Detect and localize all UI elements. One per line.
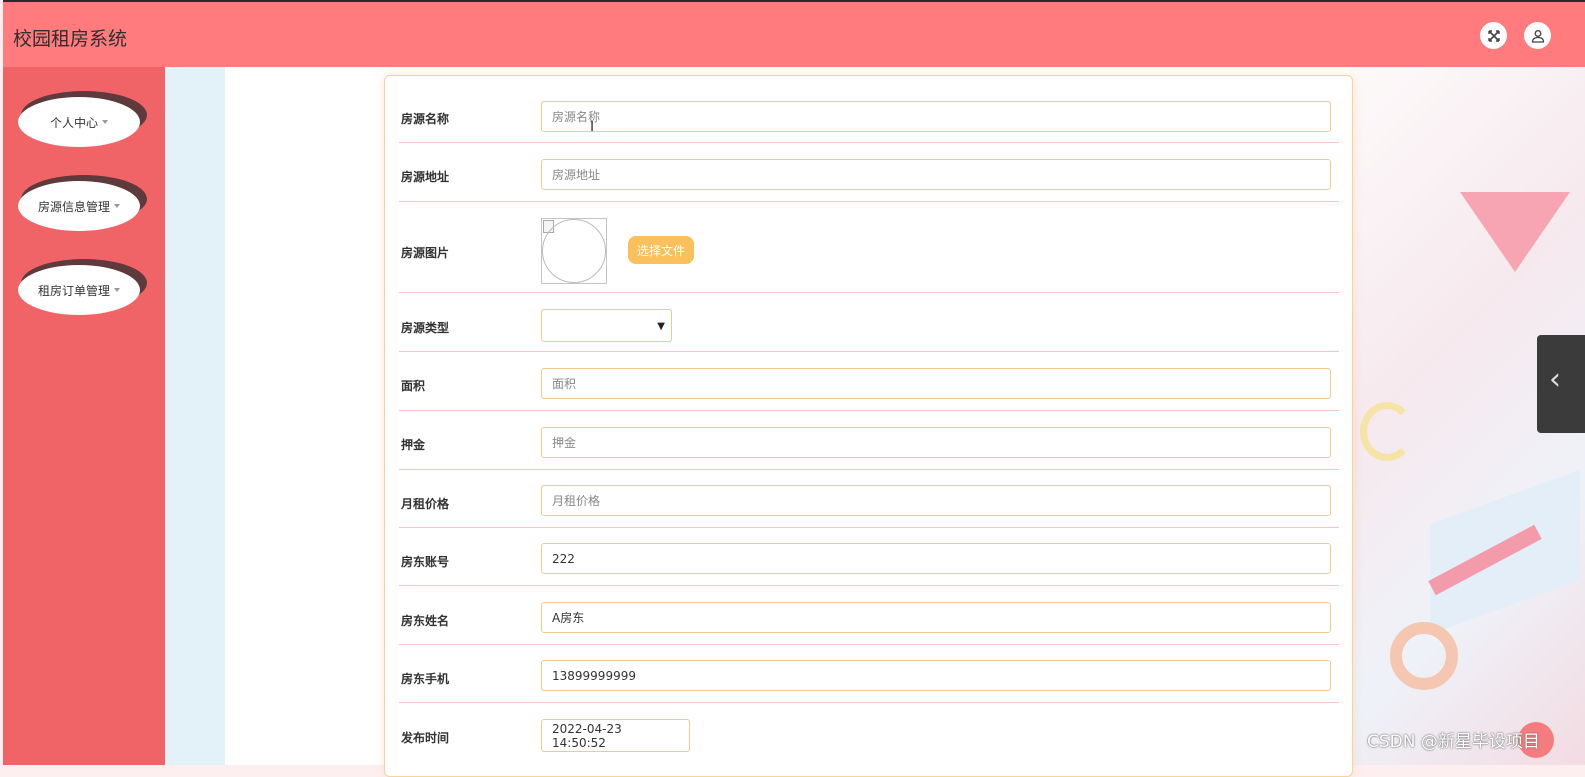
form-row-landlord-phone: 房东手机 13899999999 [399, 645, 1339, 703]
area-input[interactable]: 面积 [541, 368, 1331, 399]
landlord-phone-input[interactable]: 13899999999 [541, 660, 1331, 691]
house-address-input[interactable]: 房源地址 [541, 159, 1331, 190]
house-type-select[interactable]: ▼ [541, 309, 672, 342]
field-label: 房源地址 [401, 170, 450, 184]
form-row-publish-time: 发布时间 2022-04-23 14:50:52 [399, 703, 1339, 775]
field-label: 房源图片 [401, 246, 450, 260]
choose-file-button[interactable]: 选择文件 [628, 236, 694, 264]
deposit-input[interactable]: 押金 [541, 427, 1331, 458]
sidebar-pill[interactable]: 房源信息管理 [18, 181, 140, 231]
image-preview [541, 218, 607, 284]
arc-decoration [1360, 402, 1414, 461]
field-label: 房东账号 [401, 555, 450, 569]
form-row-landlord-account: 房东账号 222 [399, 528, 1339, 586]
top-bar: 校园租房系统 [3, 0, 1585, 69]
chevron-left-icon: ‹ [1549, 362, 1561, 397]
field-label: 房源类型 [401, 321, 450, 335]
landlord-account-input[interactable]: 222 [541, 543, 1331, 574]
form-row-deposit: 押金 押金 [399, 411, 1339, 470]
landlord-name-input[interactable]: A房东 [541, 602, 1331, 633]
field-label: 房源名称 [401, 112, 450, 126]
sidebar-item-label: 个人中心 [49, 115, 98, 130]
sidebar-item-label: 租房订单管理 [37, 283, 110, 298]
close-icon[interactable] [1480, 22, 1507, 49]
form-card: 房源名称 房源名称 房源地址 房源地址 房源图片 选择文件 房源类型 ▼ 面积 … [384, 75, 1353, 777]
sidebar-item-personal-center[interactable]: 个人中心 [18, 91, 147, 149]
form-row-house-name: 房源名称 房源名称 [399, 92, 1339, 143]
form-row-area: 面积 面积 [399, 352, 1339, 411]
bg-panel [165, 67, 230, 765]
field-label: 房东手机 [401, 672, 450, 686]
side-panel-toggle[interactable]: ‹ [1537, 335, 1585, 433]
app-title: 校园租房系统 [13, 28, 128, 50]
sidebar-item-house-info[interactable]: 房源信息管理 [18, 175, 147, 233]
sidebar-pill[interactable]: 个人中心 [18, 97, 140, 147]
form-row-house-image: 房源图片 选择文件 [399, 202, 1339, 293]
watermark: CSDN @新星毕设项目 [1367, 732, 1540, 752]
field-label: 押金 [401, 438, 426, 452]
field-label: 月租价格 [401, 497, 450, 511]
caret-down-icon [114, 288, 120, 292]
user-icon[interactable] [1524, 22, 1551, 49]
field-label: 面积 [401, 379, 426, 393]
publish-time-input[interactable]: 2022-04-23 14:50:52 [541, 719, 690, 752]
sidebar: 个人中心 房源信息管理 租房订单管理 [3, 67, 165, 765]
sidebar-item-rental-orders[interactable]: 租房订单管理 [18, 259, 147, 317]
text-cursor-icon: I [590, 119, 595, 135]
form-row-house-type: 房源类型 ▼ [399, 293, 1339, 352]
monthly-rent-input[interactable]: 月租价格 [541, 485, 1331, 516]
sidebar-pill[interactable]: 租房订单管理 [18, 265, 140, 315]
sidebar-item-label: 房源信息管理 [37, 199, 110, 214]
form-row-landlord-name: 房东姓名 A房东 [399, 586, 1339, 645]
field-label: 房东姓名 [401, 614, 450, 628]
caret-down-icon [102, 120, 108, 124]
caret-down-icon [114, 204, 120, 208]
umbrella-decoration [1460, 192, 1570, 272]
form-row-house-address: 房源地址 房源地址 [399, 143, 1339, 202]
form-row-monthly-rent: 月租价格 月租价格 [399, 470, 1339, 528]
ring-decoration [1390, 622, 1458, 690]
chevron-down-icon: ▼ [657, 321, 665, 332]
image-placeholder [542, 219, 606, 283]
field-label: 发布时间 [401, 731, 450, 745]
house-name-input[interactable]: 房源名称 [541, 101, 1331, 132]
